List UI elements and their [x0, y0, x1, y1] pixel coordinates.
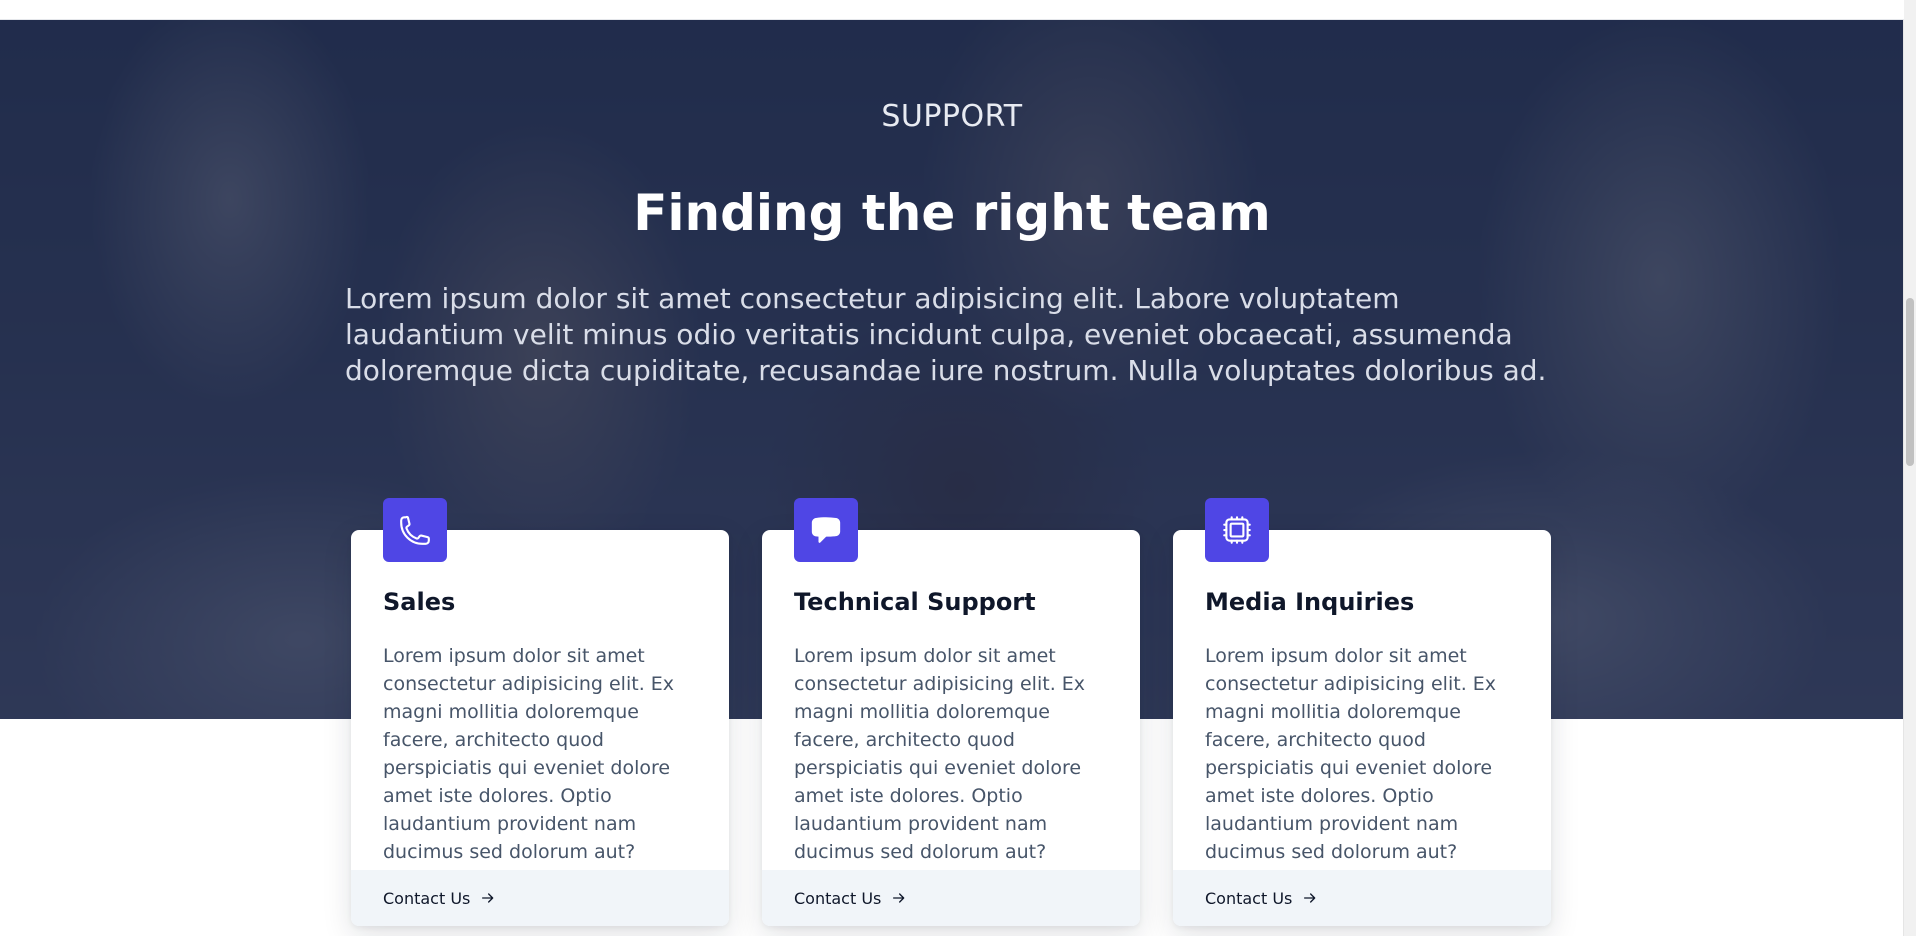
- vertical-scrollbar[interactable]: [1903, 0, 1916, 936]
- card-title: Sales: [383, 588, 456, 616]
- chat-bubble-icon: [794, 498, 858, 562]
- section-eyebrow: SUPPORT: [881, 99, 1023, 134]
- scrollbar-thumb[interactable]: [1906, 298, 1914, 466]
- card-title: Media Inquiries: [1205, 588, 1415, 616]
- contact-us-link[interactable]: Contact Us: [794, 889, 907, 908]
- top-header-edge: [0, 0, 1904, 20]
- card-sales: Sales Lorem ipsum dolor sit amet consect…: [351, 498, 729, 926]
- card-body: Lorem ipsum dolor sit amet consectetur a…: [794, 645, 1086, 863]
- card-footer: Contact Us: [762, 870, 1140, 926]
- arrow-right-icon: [482, 893, 494, 903]
- phone-icon: [383, 498, 447, 562]
- section-lead: Lorem ipsum dolor sit amet consectetur a…: [345, 282, 1547, 387]
- contact-us-label: Contact Us: [383, 888, 471, 908]
- contact-us-link[interactable]: Contact Us: [383, 889, 496, 908]
- card-title: Technical Support: [794, 588, 1036, 616]
- cpu-chip-icon: [1205, 498, 1269, 562]
- section-title: Finding the right team: [633, 184, 1271, 242]
- arrow-right-icon: [1304, 893, 1316, 903]
- contact-us-link[interactable]: Contact Us: [1205, 889, 1318, 908]
- card-technical-support: Technical Support Lorem ipsum dolor sit …: [762, 498, 1140, 926]
- card-media-inquiries: Media Inquiries Lorem ipsum dolor sit am…: [1173, 498, 1551, 926]
- arrow-right-icon: [893, 893, 905, 903]
- card-footer: Contact Us: [351, 870, 729, 926]
- card-body: Lorem ipsum dolor sit amet consectetur a…: [383, 645, 675, 863]
- page: SUPPORT Finding the right team Lorem ips…: [0, 0, 1916, 936]
- card-footer: Contact Us: [1173, 870, 1551, 926]
- contact-us-label: Contact Us: [794, 888, 882, 908]
- card-body: Lorem ipsum dolor sit amet consectetur a…: [1205, 645, 1497, 863]
- contact-us-label: Contact Us: [1205, 888, 1293, 908]
